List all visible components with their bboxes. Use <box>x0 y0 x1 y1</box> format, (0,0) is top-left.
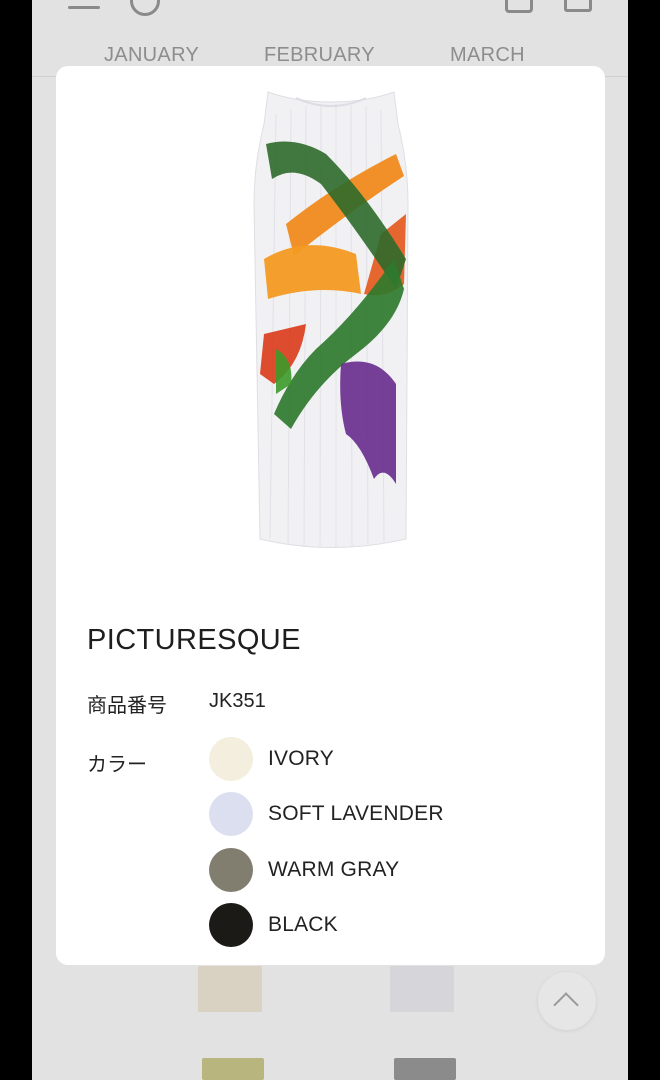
color-option-soft-lavender[interactable]: SOFT LAVENDER <box>209 792 529 836</box>
color-swatch[interactable] <box>209 903 253 947</box>
color-name: BLACK <box>268 913 338 936</box>
color-option-warm-gray[interactable]: WARM GRAY <box>209 848 529 892</box>
tab-february[interactable]: FEBRUARY <box>264 44 375 67</box>
product-thumbnail[interactable] <box>394 1058 456 1080</box>
cart-icon[interactable] <box>564 0 592 12</box>
color-name: IVORY <box>268 747 334 770</box>
color-option-black[interactable]: BLACK <box>209 903 529 947</box>
color-swatch[interactable] <box>209 737 253 781</box>
scroll-to-top-button[interactable] <box>538 972 596 1030</box>
sku-label: 商品番号 <box>87 693 167 717</box>
sku-value: JK351 <box>209 690 266 712</box>
color-name: WARM GRAY <box>268 858 400 881</box>
menu-icon[interactable] <box>68 0 100 12</box>
color-option-ivory[interactable]: IVORY <box>209 737 529 781</box>
product-name: PICTURESQUE <box>87 624 301 656</box>
product-thumbnail[interactable] <box>390 966 454 1012</box>
search-icon[interactable] <box>130 0 160 16</box>
screen: JANUARY FEBRUARY MARCH PICTURESQUE 商品番号 … <box>0 0 660 1080</box>
product-thumbnail[interactable] <box>198 966 262 1012</box>
product-image <box>253 91 409 548</box>
bag-icon[interactable] <box>505 0 533 13</box>
tab-march[interactable]: MARCH <box>450 44 525 67</box>
product-thumbnail[interactable] <box>202 1058 264 1080</box>
color-name: SOFT LAVENDER <box>268 802 444 825</box>
tab-january[interactable]: JANUARY <box>104 44 199 67</box>
color-swatch[interactable] <box>209 848 253 892</box>
color-swatch[interactable] <box>209 792 253 836</box>
color-label: カラー <box>87 752 147 776</box>
product-detail-card: PICTURESQUE 商品番号 JK351 カラー IVORY SOFT LA… <box>56 66 605 965</box>
chevron-up-icon <box>553 992 579 1018</box>
